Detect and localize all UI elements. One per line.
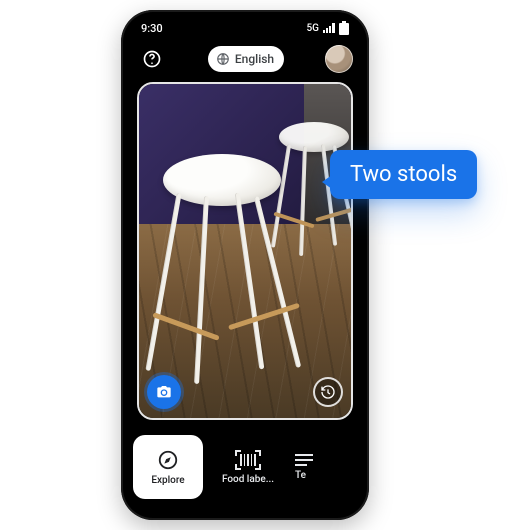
barcode-icon (235, 450, 261, 470)
network-label: 5G (307, 23, 320, 34)
history-icon (320, 384, 336, 400)
camera-viewfinder[interactable] (137, 82, 353, 420)
lines-icon (295, 454, 313, 466)
help-button[interactable] (137, 44, 167, 74)
speech-bubble-text: Two stools (350, 162, 457, 187)
status-bar: 9:30 5G (127, 16, 363, 40)
mode-food-label[interactable]: Food labe... (213, 435, 283, 499)
language-selector[interactable]: English (208, 46, 284, 72)
stool-front (147, 154, 297, 384)
language-label: English (235, 52, 274, 66)
clock-time: 9:30 (141, 22, 163, 35)
speech-bubble: Two stools (330, 150, 477, 199)
mode-text-label: Te (295, 470, 306, 481)
globe-icon (216, 52, 230, 66)
mode-explore[interactable]: Explore (133, 435, 203, 499)
mode-food-label-text: Food labe... (222, 474, 274, 485)
mode-bar: Explore Food labe... Te (127, 428, 363, 514)
camera-icon (156, 384, 172, 400)
mode-explore-label: Explore (151, 475, 184, 486)
history-button[interactable] (313, 377, 343, 407)
battery-icon (339, 21, 349, 35)
compass-icon (157, 449, 179, 471)
phone-frame: 9:30 5G English (121, 10, 369, 520)
shutter-button[interactable] (147, 375, 181, 409)
account-avatar[interactable] (325, 45, 353, 73)
mode-text-partial[interactable]: Te (293, 435, 323, 499)
signal-icon (323, 23, 335, 33)
camera-scene (139, 84, 351, 418)
